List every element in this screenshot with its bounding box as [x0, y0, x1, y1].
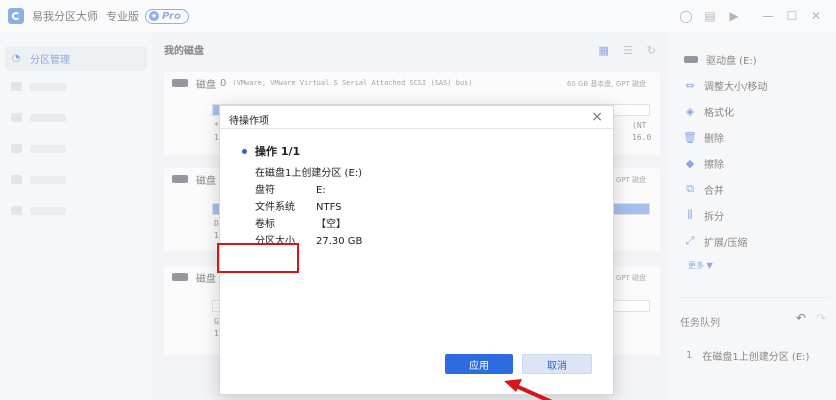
- dialog-title: 待操作项: [229, 116, 269, 127]
- field-value: E:: [316, 185, 326, 196]
- operation-description: 在磁盘1上创建分区 (E:): [255, 168, 363, 179]
- field-value: 【空】: [316, 219, 346, 230]
- cancel-button[interactable]: 取消: [522, 354, 592, 374]
- field-row: 文件系统 NTFS: [255, 198, 342, 213]
- close-icon[interactable]: ×: [591, 109, 603, 125]
- field-value: NTFS: [316, 202, 342, 213]
- field-row: 盘符 E:: [255, 181, 326, 196]
- operation-header: 操作 1/1: [242, 143, 300, 159]
- field-key: 文件系统: [255, 202, 295, 213]
- field-row: 卷标 【空】: [255, 215, 346, 230]
- apply-button[interactable]: 应用: [445, 354, 513, 374]
- field-key: 卷标: [255, 219, 275, 230]
- field-key: 盘符: [255, 185, 275, 196]
- bullet-icon: [242, 148, 247, 154]
- highlight-box: [217, 243, 299, 273]
- divider: [220, 128, 613, 129]
- operation-counter: 操作 1/1: [255, 145, 301, 158]
- field-value: 27.30 GB: [316, 236, 363, 247]
